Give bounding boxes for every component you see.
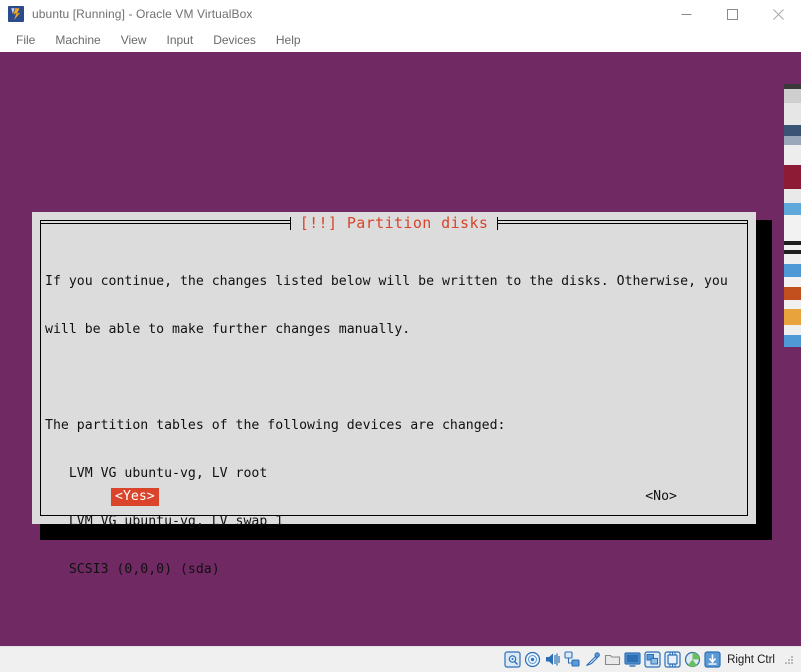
shared-folder-icon[interactable]	[604, 651, 621, 668]
partition-disks-dialog: [!!] Partition disks If you continue, th…	[32, 212, 756, 577]
dialog-body: If you continue, the changes listed belo…	[45, 242, 743, 646]
virtualization-icon[interactable]	[664, 651, 681, 668]
status-icon-group	[504, 651, 721, 668]
menu-item-devices[interactable]: Devices	[203, 31, 266, 49]
dialog-line-6: SCSI3 (0,0,0) (sda)	[45, 562, 220, 577]
title-rule-right	[498, 223, 748, 224]
dialog-titlebar: [!!] Partition disks	[40, 213, 748, 233]
menu-item-help[interactable]: Help	[266, 31, 311, 49]
minimize-button[interactable]	[663, 0, 709, 28]
dialog-line-2	[45, 370, 743, 386]
vm-display[interactable]: [!!] Partition disks If you continue, th…	[0, 52, 801, 646]
window-title: ubuntu [Running] - Oracle VM VirtualBox	[32, 7, 253, 21]
close-button[interactable]	[755, 0, 801, 28]
dialog-line-7	[45, 610, 743, 626]
menu-item-file[interactable]: File	[6, 31, 45, 49]
menu-item-view[interactable]: View	[111, 31, 157, 49]
menu-item-input[interactable]: Input	[157, 31, 204, 49]
virtualbox-icon	[8, 6, 24, 22]
background-window-sliver	[784, 52, 801, 646]
usb-icon[interactable]	[584, 651, 601, 668]
audio-icon[interactable]	[544, 651, 561, 668]
keyboard-capture-icon[interactable]	[704, 651, 721, 668]
dialog-shadow-right	[756, 220, 772, 540]
resize-grip[interactable]	[783, 654, 795, 666]
network-icon[interactable]	[564, 651, 581, 668]
mouse-integration-icon[interactable]	[684, 651, 701, 668]
virtualbox-window: ubuntu [Running] - Oracle VM VirtualBox …	[0, 0, 801, 672]
yes-button[interactable]: <Yes>	[111, 488, 159, 506]
dialog-line-5: LVM VG ubuntu-vg, LV swap_1	[45, 514, 284, 529]
menu-bar: File Machine View Input Devices Help	[0, 28, 801, 52]
dialog-button-row: <Yes> <No>	[45, 488, 743, 506]
dialog-line-1: will be able to make further changes man…	[45, 322, 411, 337]
display-icon[interactable]	[624, 651, 641, 668]
window-titlebar: ubuntu [Running] - Oracle VM VirtualBox	[0, 0, 801, 28]
optical-disk-icon[interactable]	[524, 651, 541, 668]
dialog-line-4: LVM VG ubuntu-vg, LV root	[45, 466, 268, 481]
virtualbox-status-bar: Right Ctrl	[0, 646, 801, 672]
menu-item-machine[interactable]: Machine	[45, 31, 110, 49]
dialog-line-0: If you continue, the changes listed belo…	[45, 274, 728, 289]
no-button[interactable]: <No>	[644, 488, 678, 506]
maximize-button[interactable]	[709, 0, 755, 28]
title-rule-left	[40, 223, 290, 224]
dialog-title: [!!] Partition disks	[290, 214, 498, 232]
dialog-line-3: The partition tables of the following de…	[45, 418, 506, 433]
hard-disk-icon[interactable]	[504, 651, 521, 668]
video-capture-icon[interactable]	[644, 651, 661, 668]
window-controls	[663, 0, 801, 28]
host-key-label: Right Ctrl	[727, 653, 775, 666]
